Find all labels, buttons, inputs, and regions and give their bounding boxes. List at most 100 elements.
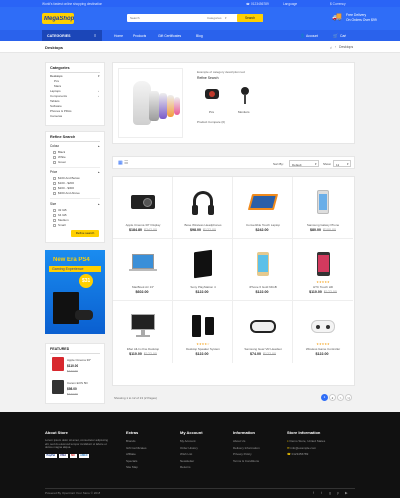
- product-name[interactable]: Convertible Touch Laptop: [233, 223, 293, 227]
- footer-link[interactable]: Specials: [126, 459, 176, 463]
- footer-link[interactable]: Privacy Policy: [233, 452, 285, 456]
- nav-gift-certificates[interactable]: Gift Certificates: [158, 34, 181, 38]
- product-name[interactable]: MacBook Air 13": [113, 285, 173, 289]
- filter-option[interactable]: $100 - $200: [53, 181, 74, 185]
- subcategory-image[interactable]: [203, 85, 223, 105]
- filter-option[interactable]: Small: [53, 223, 66, 227]
- product-card[interactable]: MacBook Air 13" $602.00: [113, 239, 173, 301]
- product-name[interactable]: Apple Cinema 30" Display: [113, 223, 173, 227]
- chevron-right-icon[interactable]: ›: [98, 94, 99, 98]
- search-input[interactable]: [127, 14, 205, 22]
- category-item[interactable]: Laptops: [50, 89, 61, 93]
- category-item[interactable]: Pcs: [54, 79, 59, 83]
- pinterest-icon[interactable]: p: [337, 491, 339, 495]
- footer-link[interactable]: Order History: [180, 446, 230, 450]
- category-item[interactable]: Macs: [54, 84, 61, 88]
- filter-option[interactable]: Black: [53, 150, 65, 154]
- product-card[interactable]: iMac All-In-One Desktop $110.00 $122.00: [113, 301, 173, 363]
- refine-search-button[interactable]: Refine search: [71, 230, 99, 237]
- product-card[interactable]: ★★★★★ HTC Touch HD $110.00 $122.00: [293, 239, 353, 301]
- product-card[interactable]: Sony PlayStation 4 $122.00: [173, 239, 233, 301]
- chevron-right-icon[interactable]: ›: [98, 89, 99, 93]
- product-name[interactable]: Sony PlayStation 4: [173, 285, 233, 289]
- twitter-icon[interactable]: t: [321, 491, 322, 495]
- cart-link[interactable]: Cart: [340, 34, 346, 38]
- footer-link[interactable]: Newsletter: [180, 459, 230, 463]
- filter-option[interactable]: White: [53, 155, 66, 159]
- product-name[interactable]: iMac All-In-One Desktop: [113, 347, 173, 351]
- nav-products[interactable]: Products: [133, 34, 146, 38]
- page-1-button[interactable]: 1: [321, 394, 328, 401]
- product-card[interactable]: Samsung Galaxy Phone $80.00 $100.00: [293, 177, 353, 239]
- product-name[interactable]: Wireless Game Controller: [293, 347, 353, 351]
- footer-link[interactable]: Site Map: [126, 465, 176, 469]
- subcategory-image[interactable]: [237, 85, 253, 107]
- product-name[interactable]: Bose Wireless Headphones: [173, 223, 233, 227]
- list-view-icon[interactable]: ☰: [124, 160, 128, 166]
- product-name[interactable]: Desktop Speaker System: [173, 347, 233, 351]
- product-card[interactable]: Convertible Touch Laptop $242.00: [233, 177, 293, 239]
- filter-option[interactable]: 64 GB: [53, 213, 67, 217]
- filter-option[interactable]: 32 GB: [53, 208, 67, 212]
- language-select[interactable]: Language: [283, 2, 297, 6]
- chevron-up-icon[interactable]: ▴: [98, 202, 100, 206]
- footer-link[interactable]: Terms & Conditions: [233, 459, 285, 463]
- page-2-button[interactable]: 2: [329, 394, 336, 401]
- footer-link[interactable]: Returns: [180, 465, 230, 469]
- category-item[interactable]: Desktops: [50, 74, 63, 78]
- featured-name[interactable]: Apple Cinema 30": [67, 358, 103, 362]
- product-compare-link[interactable]: Product Compare (0): [197, 120, 225, 124]
- logo[interactable]: MegaShop: [42, 13, 74, 24]
- grid-view-icon[interactable]: ▦: [118, 160, 123, 166]
- featured-product-image[interactable]: [52, 380, 64, 394]
- category-select[interactable]: Categories: [207, 16, 222, 20]
- last-page-button[interactable]: >|: [345, 394, 352, 401]
- category-item[interactable]: Software: [50, 104, 62, 108]
- footer-link[interactable]: My Account: [180, 439, 230, 443]
- promo-banner[interactable]: New Era PS4 Gaming Experience $31: [45, 250, 105, 334]
- facebook-icon[interactable]: f: [313, 491, 314, 495]
- nav-home[interactable]: Home: [114, 34, 123, 38]
- chevron-up-icon[interactable]: ▴: [98, 170, 100, 174]
- product-card[interactable]: ★★★★★ Wireless Game Controller $122.00: [293, 301, 353, 363]
- filter-option[interactable]: $200 - $300: [53, 186, 74, 190]
- currency-select[interactable]: $ Currency: [330, 2, 346, 6]
- product-name[interactable]: iPhone 6 Gold 64GB: [233, 285, 293, 289]
- limit-select[interactable]: 12 ▾: [333, 160, 351, 167]
- product-card[interactable]: ★★★★☆ Desktop Speaker System $122.00: [173, 301, 233, 363]
- footer-link[interactable]: Gift Certificates: [126, 446, 176, 450]
- filter-option[interactable]: Green: [53, 160, 66, 164]
- footer-link[interactable]: Brands: [126, 439, 176, 443]
- product-card[interactable]: Apple Cinema 30" Display $184.80 $242.00: [113, 177, 173, 239]
- category-item[interactable]: Phones & PDAs: [50, 109, 72, 113]
- product-card[interactable]: Bose Wireless Headphones $98.00 $122.00: [173, 177, 233, 239]
- category-item[interactable]: Components: [50, 94, 67, 98]
- top-phone[interactable]: 0123456789: [251, 2, 269, 6]
- account-link[interactable]: Account: [306, 34, 318, 38]
- filter-option[interactable]: $300 And Above: [53, 191, 80, 195]
- breadcrumb-current[interactable]: Desktops: [339, 45, 353, 49]
- chevron-up-icon[interactable]: ▴: [98, 144, 100, 148]
- footer-link[interactable]: Affiliate: [126, 452, 176, 456]
- search-button[interactable]: Search: [237, 14, 263, 22]
- subcategory-link[interactable]: Pcs: [209, 110, 214, 114]
- nav-blog[interactable]: Blog: [196, 34, 203, 38]
- featured-name[interactable]: Canon EOS 5D: [67, 381, 103, 385]
- filter-option[interactable]: Medium: [53, 218, 69, 222]
- product-card[interactable]: Samsung Gear VR Headset $74.00 $122.00: [233, 301, 293, 363]
- product-name[interactable]: HTC Touch HD: [293, 285, 353, 289]
- product-card[interactable]: iPhone 6 Gold 64GB $122.00: [233, 239, 293, 301]
- categories-menu[interactable]: CATEGORIES ≡: [42, 30, 102, 41]
- filter-option[interactable]: $100 And Below: [53, 176, 80, 180]
- footer-link[interactable]: Delivery Information: [233, 446, 285, 450]
- youtube-icon[interactable]: ▶: [345, 491, 348, 495]
- sort-select[interactable]: Default ▾: [289, 160, 319, 167]
- next-page-button[interactable]: >: [337, 394, 344, 401]
- footer-link[interactable]: Wish List: [180, 452, 230, 456]
- product-name[interactable]: Samsung Galaxy Phone: [293, 223, 353, 227]
- footer-link[interactable]: About Us: [233, 439, 285, 443]
- chevron-down-icon[interactable]: ▾: [98, 74, 100, 78]
- featured-product-image[interactable]: [52, 357, 64, 371]
- product-name[interactable]: Samsung Gear VR Headset: [233, 347, 293, 351]
- google-plus-icon[interactable]: g: [329, 491, 331, 495]
